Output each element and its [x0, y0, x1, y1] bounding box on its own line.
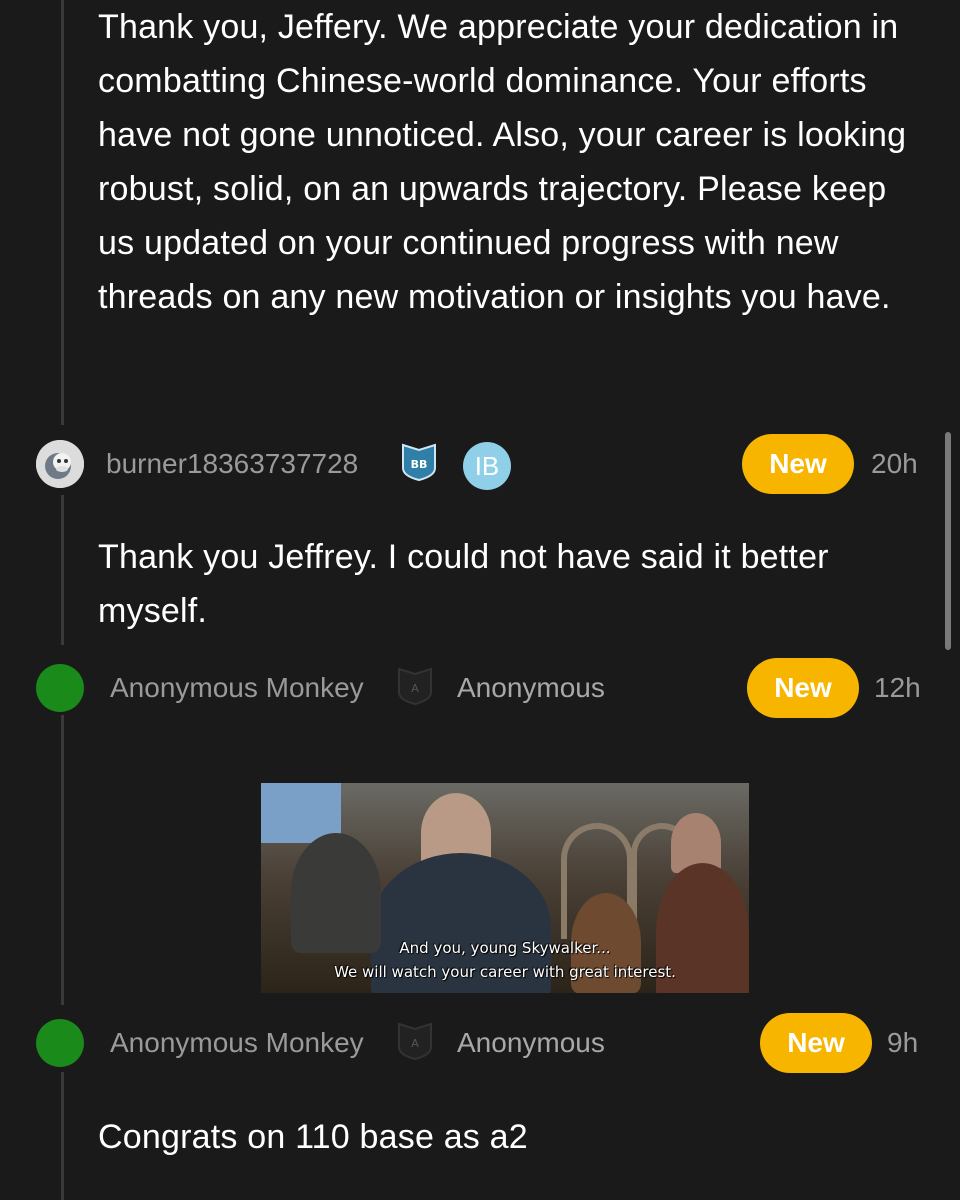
- comment-meta: burner18363737728 BB IB New 20h: [36, 434, 926, 494]
- thread-line: [61, 715, 64, 1005]
- comment-body: Thank you, Jeffery. We appreciate your d…: [98, 8, 907, 316]
- new-badge: New: [742, 434, 854, 494]
- avatar[interactable]: [36, 1019, 84, 1067]
- shield-badge-icon: A: [396, 666, 434, 706]
- thread-line: [61, 1072, 64, 1200]
- company-badge[interactable]: IB: [463, 442, 511, 490]
- monkey-avatar-icon[interactable]: [36, 440, 84, 488]
- username[interactable]: Anonymous Monkey: [110, 1027, 364, 1059]
- badge-label: BB: [411, 458, 428, 471]
- gif-caption-line: And you, young Skywalker...: [399, 939, 611, 957]
- new-badge: New: [760, 1013, 872, 1073]
- shield-badge-icon: BB: [400, 442, 438, 482]
- username[interactable]: burner18363737728: [106, 448, 358, 480]
- badge-label: A: [411, 682, 419, 695]
- gif-caption-line: We will watch your career with great int…: [334, 963, 676, 981]
- company-label[interactable]: Anonymous: [457, 672, 605, 704]
- comment-body: Congrats on 110 base as a2: [98, 1118, 528, 1156]
- comment-gif-image[interactable]: And you, young Skywalker... We will watc…: [261, 783, 749, 993]
- timestamp: 12h: [874, 672, 921, 703]
- comment-meta: Anonymous Monkey A Anonymous New 12h: [36, 658, 926, 718]
- thread-line: [61, 0, 64, 425]
- thread-page: Thank you, Jeffery. We appreciate your d…: [0, 0, 960, 1200]
- scrollbar[interactable]: [945, 432, 951, 650]
- thread-line: [61, 495, 64, 645]
- gif-figure: [291, 833, 381, 953]
- new-badge: New: [747, 658, 859, 718]
- avatar[interactable]: [36, 664, 84, 712]
- timestamp: 9h: [887, 1027, 919, 1058]
- username[interactable]: Anonymous Monkey: [110, 672, 364, 704]
- badge-label: A: [411, 1037, 419, 1050]
- comment-body: Thank you Jeffrey. I could not have said…: [98, 538, 829, 630]
- timestamp: 20h: [871, 448, 918, 479]
- company-label[interactable]: Anonymous: [457, 1027, 605, 1059]
- shield-badge-icon: A: [396, 1021, 434, 1061]
- comment-meta: Anonymous Monkey A Anonymous New 9h: [36, 1013, 926, 1073]
